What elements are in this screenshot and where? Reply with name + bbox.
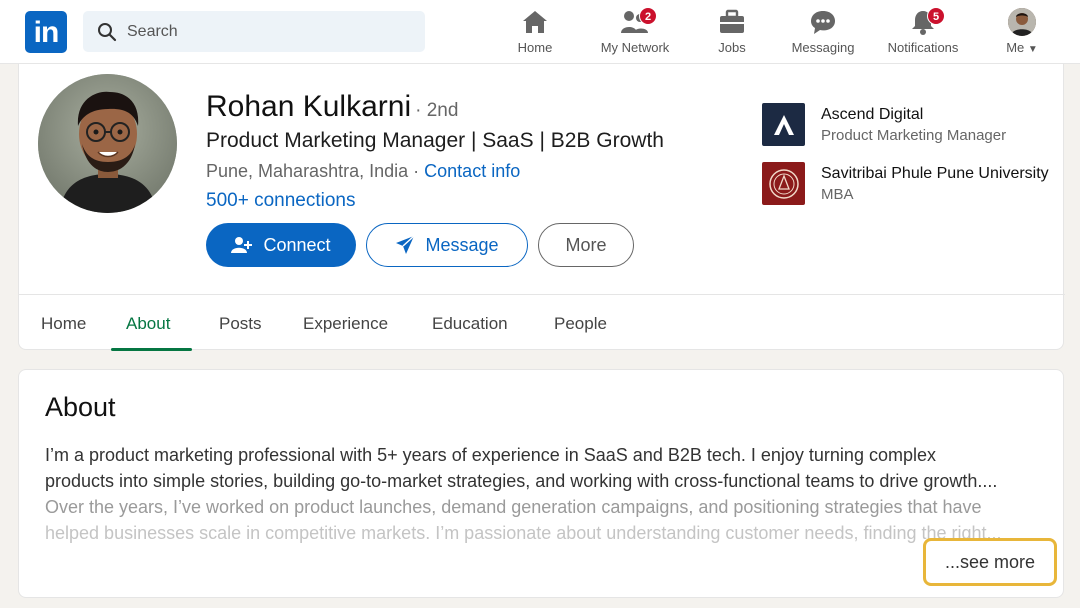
profile-location: Pune, Maharashtra, India · Contact info [206, 161, 520, 182]
search-bar[interactable]: Search [83, 11, 425, 52]
profile-name-text: Rohan Kulkarni [206, 90, 412, 123]
linkedin-logo[interactable]: in [25, 11, 67, 53]
nav-notifications-label: Notifications [887, 40, 959, 55]
tab-posts[interactable]: Posts [219, 314, 262, 334]
tab-education[interactable]: Education [432, 314, 508, 334]
nav-home[interactable]: Home [485, 8, 585, 58]
company-role: Product Marketing Manager [821, 127, 1007, 144]
about-text: I’m a product marketing professional wit… [45, 442, 1045, 546]
about-line: products into simple stories, building g… [45, 471, 998, 491]
connections-link[interactable]: 500+ connections [206, 190, 355, 212]
nav-my-network-label: My Network [600, 40, 670, 55]
company-logo [762, 103, 805, 146]
chat-icon [811, 11, 835, 34]
chevron-down-icon: ▼ [1027, 44, 1038, 55]
university-logo [762, 162, 805, 205]
more-label: More [565, 234, 607, 255]
message-label: Message [425, 234, 499, 255]
company-name: Ascend Digital [821, 106, 924, 123]
location-separator: · [413, 161, 420, 181]
avatar [1008, 8, 1036, 36]
university-name: Savitribai Phule Pune University [821, 165, 1049, 182]
nav-jobs[interactable]: Jobs [682, 8, 782, 58]
profile-photo [38, 74, 177, 213]
about-heading: About [45, 392, 116, 422]
network-badge: 2 [639, 7, 657, 25]
contact-info-link[interactable]: Contact info [424, 161, 520, 181]
nav-me[interactable]: Me ▼ [972, 8, 1072, 58]
tab-people[interactable]: People [554, 314, 607, 334]
me-label-text: Me [1006, 40, 1025, 55]
notifications-badge: 5 [927, 7, 945, 25]
top-navigation: in Search Home 2 My Network Jobs Messagi… [0, 0, 1080, 64]
nav-messaging[interactable]: Messaging [773, 8, 873, 58]
search-icon [98, 23, 117, 42]
current-company[interactable]: Ascend Digital Product Marketing Manager [762, 103, 1006, 147]
active-tab-indicator [111, 348, 192, 351]
education-institution[interactable]: Savitribai Phule Pune University MBA [762, 162, 1049, 206]
connect-label: Connect [263, 234, 331, 255]
about-line: Over the years, I’ve worked on product l… [45, 497, 982, 517]
connect-button[interactable]: Connect [206, 223, 356, 267]
profile-card: Rohan Kulkarni · 2nd Product Marketing Ma… [18, 64, 1065, 351]
location-text: Pune, Maharashtra, India [206, 161, 409, 181]
profile-tabs: Home About Posts Experience Education Pe… [19, 294, 1065, 351]
more-button[interactable]: More [538, 223, 634, 267]
nav-jobs-label: Jobs [718, 40, 746, 55]
message-button[interactable]: Message [366, 223, 528, 267]
degree-name: MBA [821, 186, 854, 203]
briefcase-icon [720, 9, 744, 33]
search-placeholder: Search [127, 23, 178, 40]
nav-me-label: Me ▼ [972, 40, 1072, 55]
profile-name: Rohan Kulkarni · 2nd [206, 90, 458, 124]
connection-degree: · 2nd [415, 100, 459, 121]
about-card: About I’m a product marketing profession… [18, 369, 1064, 598]
profile-headline: Product Marketing Manager | SaaS | B2B G… [206, 129, 664, 152]
nav-my-network[interactable]: 2 My Network [585, 7, 685, 58]
home-icon [523, 11, 547, 33]
nav-home-label: Home [517, 40, 553, 55]
nav-messaging-label: Messaging [791, 40, 855, 55]
about-line: helped businesses scale in competitive m… [45, 523, 1002, 543]
add-person-icon [231, 237, 253, 253]
about-line: I’m a product marketing professional wit… [45, 445, 936, 465]
send-icon [396, 235, 415, 254]
tab-about[interactable]: About [126, 314, 170, 334]
tab-experience[interactable]: Experience [303, 314, 388, 334]
see-more-button[interactable]: ...see more [923, 538, 1057, 586]
tab-home[interactable]: Home [41, 314, 86, 334]
nav-notifications[interactable]: 5 Notifications [873, 7, 973, 58]
